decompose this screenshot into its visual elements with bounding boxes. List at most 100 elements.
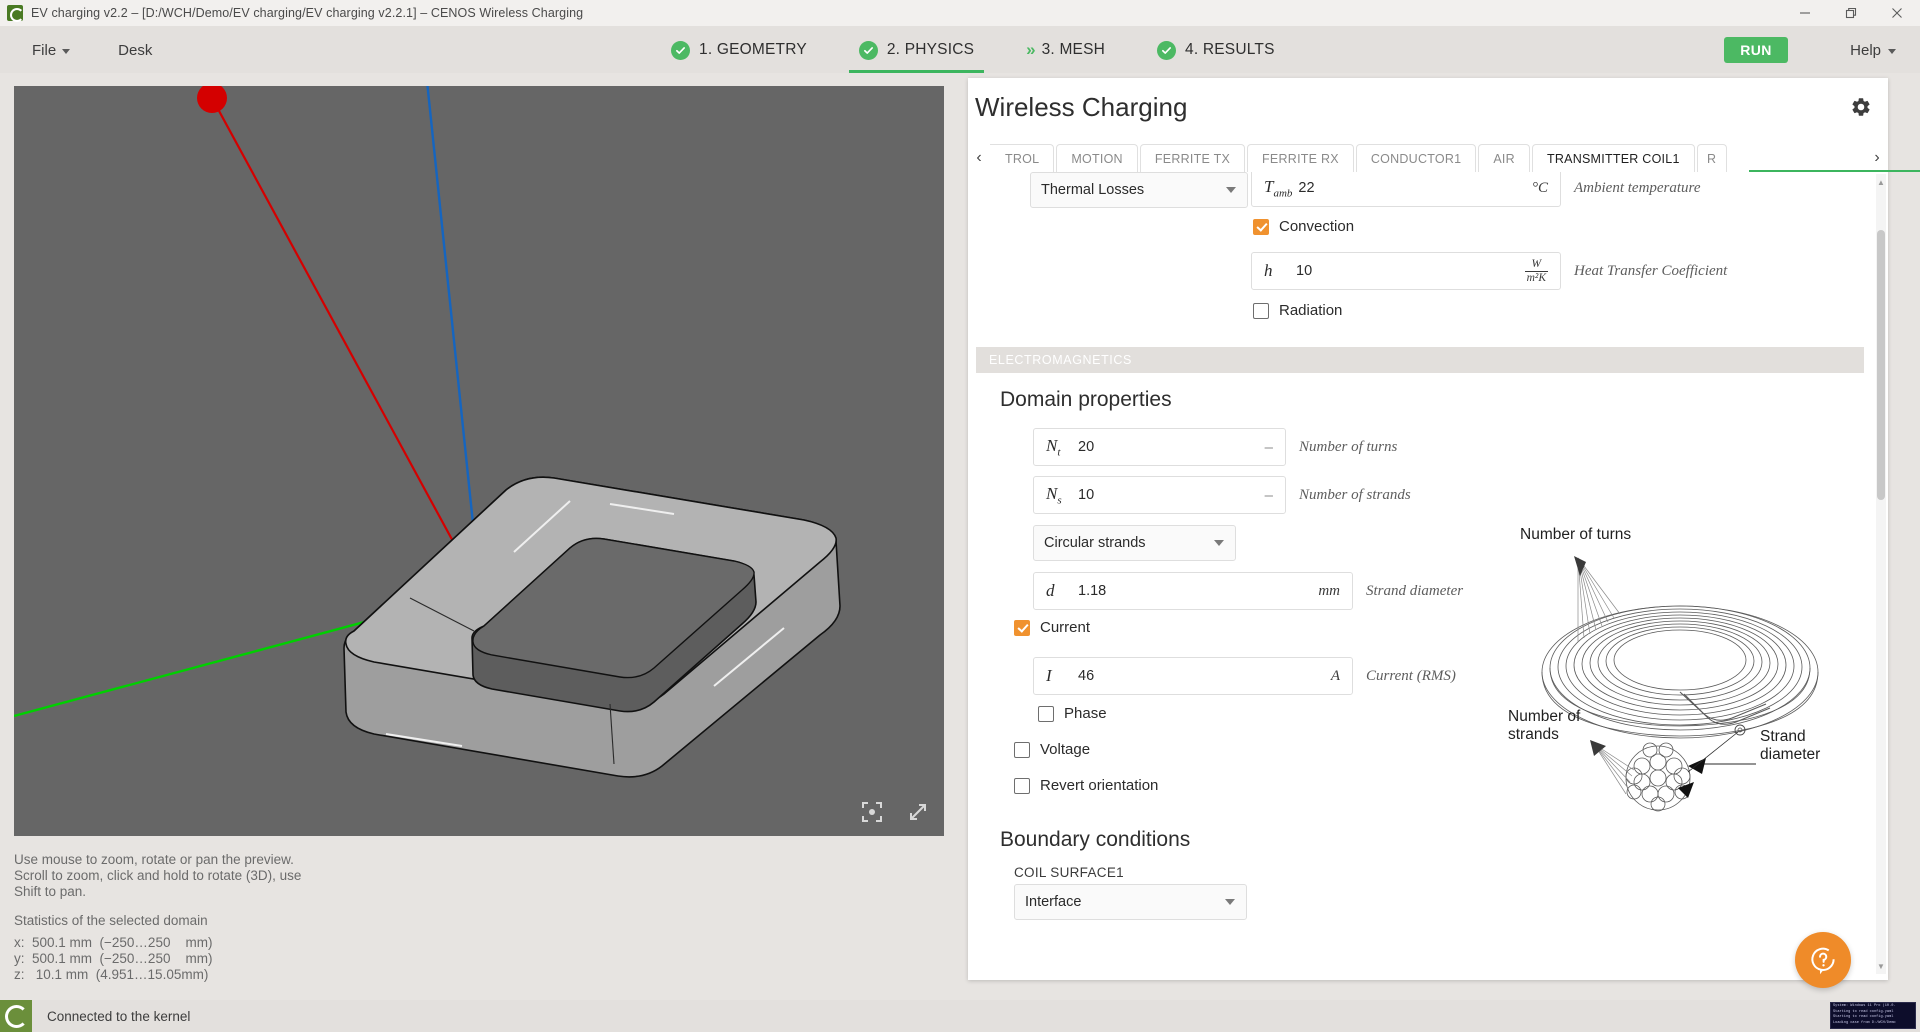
tabs-scroll-left[interactable]: ‹ [968,144,990,172]
tab-receiver[interactable]: R [1696,144,1727,172]
current-field[interactable]: I 46 A [1033,657,1353,695]
thermal-losses-select[interactable]: Thermal Losses [1030,172,1248,208]
ambient-value: 22 [1298,180,1315,196]
current-symbol: I [1046,666,1052,685]
revert-orientation-checkbox-row[interactable]: Revert orientation [1014,777,1158,794]
number-of-turns-field[interactable]: Nt 20 – [1033,428,1286,466]
menu-bar: File Desk 1. GEOMETRY 2. PHYSICS » 3. ME… [0,27,1920,73]
tab-ferrite-rx[interactable]: FERRITE RX [1247,144,1354,172]
chevron-down-icon [1225,899,1235,905]
statistics-values: x: 500.1 mm (−250…250 mm) y: 500.1 mm (−… [14,935,212,982]
menu-desk[interactable]: Desk [112,27,158,73]
radiation-checkbox[interactable] [1253,302,1269,319]
strands-value: 10 [1078,487,1095,503]
revert-orientation-checkbox[interactable] [1014,777,1030,794]
menu-file[interactable]: File [26,27,76,73]
focus-target-icon[interactable] [860,800,884,824]
revert-orientation-label: Revert orientation [1040,777,1159,794]
phase-checkbox[interactable] [1038,705,1054,722]
tabs-strip: TROL MOTION FERRITE TX FERRITE RX CONDUC… [990,142,1866,172]
boundary-condition-value: Interface [1025,894,1082,910]
scroll-up-arrow[interactable]: ▲ [1876,176,1886,188]
stat-y: y: 500.1 mm (−250…250 mm) [14,950,213,966]
run-button[interactable]: RUN [1724,37,1788,63]
htc-unit: W m²K [1524,258,1548,284]
tab-ferrite-tx[interactable]: FERRITE TX [1139,144,1246,172]
voltage-label: Voltage [1040,741,1091,758]
radiation-checkbox-row[interactable]: Radiation [1253,302,1342,319]
diameter-symbol: d [1046,581,1055,600]
log-line-4: Loading case from D:/WCH/Demo [1833,1020,1896,1025]
voltage-checkbox-row[interactable]: Voltage [1014,741,1090,758]
ambient-symbol: Tamb [1264,176,1293,200]
voltage-checkbox[interactable] [1014,741,1030,758]
step-results[interactable]: 4. RESULTS [1131,27,1301,73]
ambient-temperature-field[interactable]: Tamb 22 °C [1251,172,1561,207]
cenos-logo-icon [0,1000,32,1032]
phase-checkbox-row[interactable]: Phase [1038,705,1107,722]
gear-icon[interactable] [1850,96,1874,120]
properties-panel: Wireless Charging ‹ TROL MOTION FERRITE … [968,78,1920,980]
htc-description: Heat Transfer Coefficient [1574,262,1728,279]
turns-description: Number of turns [1299,438,1398,455]
diameter-description: Strand diameter [1366,582,1464,599]
figure-label-diameter-line1: Strand [1760,728,1806,745]
step-mesh-label: 3. MESH [1041,41,1106,58]
number-of-turns-row: Nt 20 – Number of turns [1033,428,1397,466]
phase-label: Phase [1064,705,1107,722]
restore-button[interactable] [1828,0,1874,27]
chevron-down-icon [62,48,71,54]
menu-help-label: Help [1850,41,1881,59]
strand-diameter-field[interactable]: d 1.18 mm [1033,572,1353,610]
current-checkbox[interactable] [1014,619,1030,636]
tab-transmitter-coil1-label: TRANSMITTER COIL1 [1546,151,1680,166]
check-circle-icon [858,40,878,60]
scrollbar-thumb[interactable] [1877,230,1885,500]
number-of-strands-field[interactable]: Ns 10 – [1033,476,1286,514]
panel-scrollbar[interactable]: ▲ ▼ [1876,174,1886,974]
log-preview-widget[interactable]: System: Windows 11 Pro (10.0. Starting t… [1830,1002,1916,1029]
step-geometry[interactable]: 1. GEOMETRY [645,27,833,73]
step-mesh[interactable]: » 3. MESH [1000,27,1131,73]
property-tabs: ‹ TROL MOTION FERRITE TX FERRITE RX COND… [968,142,1888,172]
app-logo-icon [7,5,24,22]
strand-type-select[interactable]: Circular strands [1033,525,1236,561]
scroll-down-arrow[interactable]: ▼ [1876,960,1886,972]
viewport-canvas[interactable] [14,86,944,836]
chevron-down-icon [1888,48,1896,54]
minimize-button[interactable] [1782,0,1828,27]
htc-field[interactable]: h 10 W m²K [1251,252,1561,290]
close-button[interactable] [1874,0,1920,27]
htc-value: 10 [1296,263,1313,279]
convection-label: Convection [1279,218,1355,235]
coil-surface-label: COIL SURFACE1 [1014,865,1124,880]
figure-label-strands-line2: strands [1508,726,1559,744]
fullscreen-icon[interactable] [906,800,930,824]
status-message: Connected to the kernel [47,1008,191,1024]
tab-motion[interactable]: MOTION [1056,144,1138,172]
convection-checkbox-row[interactable]: Convection [1253,218,1354,235]
geometry-preview[interactable] [14,86,944,836]
hint-line-2: Scroll to zoom, click and hold to rotate… [14,867,302,883]
viewport-hint-text: Use mouse to zoom, rotate or pan the pre… [14,852,714,899]
step-physics[interactable]: 2. PHYSICS [833,27,1000,73]
tabs-scroll-right[interactable]: › [1866,144,1888,172]
tab-air[interactable]: AIR [1478,144,1530,172]
current-checkbox-row[interactable]: Current [1014,619,1090,636]
window-title: EV charging v2.2 – [D:/WCH/Demo/EV charg… [31,6,584,20]
radiation-label: Radiation [1279,302,1343,319]
help-button[interactable] [1795,932,1851,988]
stat-x: x: 500.1 mm (−250…250 mm) [14,935,213,950]
panel-scroll-body: Thermal Losses Tamb 22 °C Ambient temper… [968,172,1888,980]
menu-help[interactable]: Help [1850,27,1896,73]
convection-checkbox[interactable] [1253,218,1269,235]
tab-transmitter-coil1[interactable]: TRANSMITTER COIL1 [1531,144,1695,172]
tab-conductor1[interactable]: CONDUCTOR1 [1355,144,1477,172]
strands-unit: – [1264,486,1273,504]
boundary-condition-select[interactable]: Interface [1014,884,1247,920]
figure-label-diameter-line2: diameter [1760,746,1821,764]
coil-3d-model [14,86,841,778]
chevron-down-icon [1226,187,1236,193]
htc-unit-numerator: W [1524,258,1548,272]
tab-control[interactable]: TROL [990,144,1055,172]
